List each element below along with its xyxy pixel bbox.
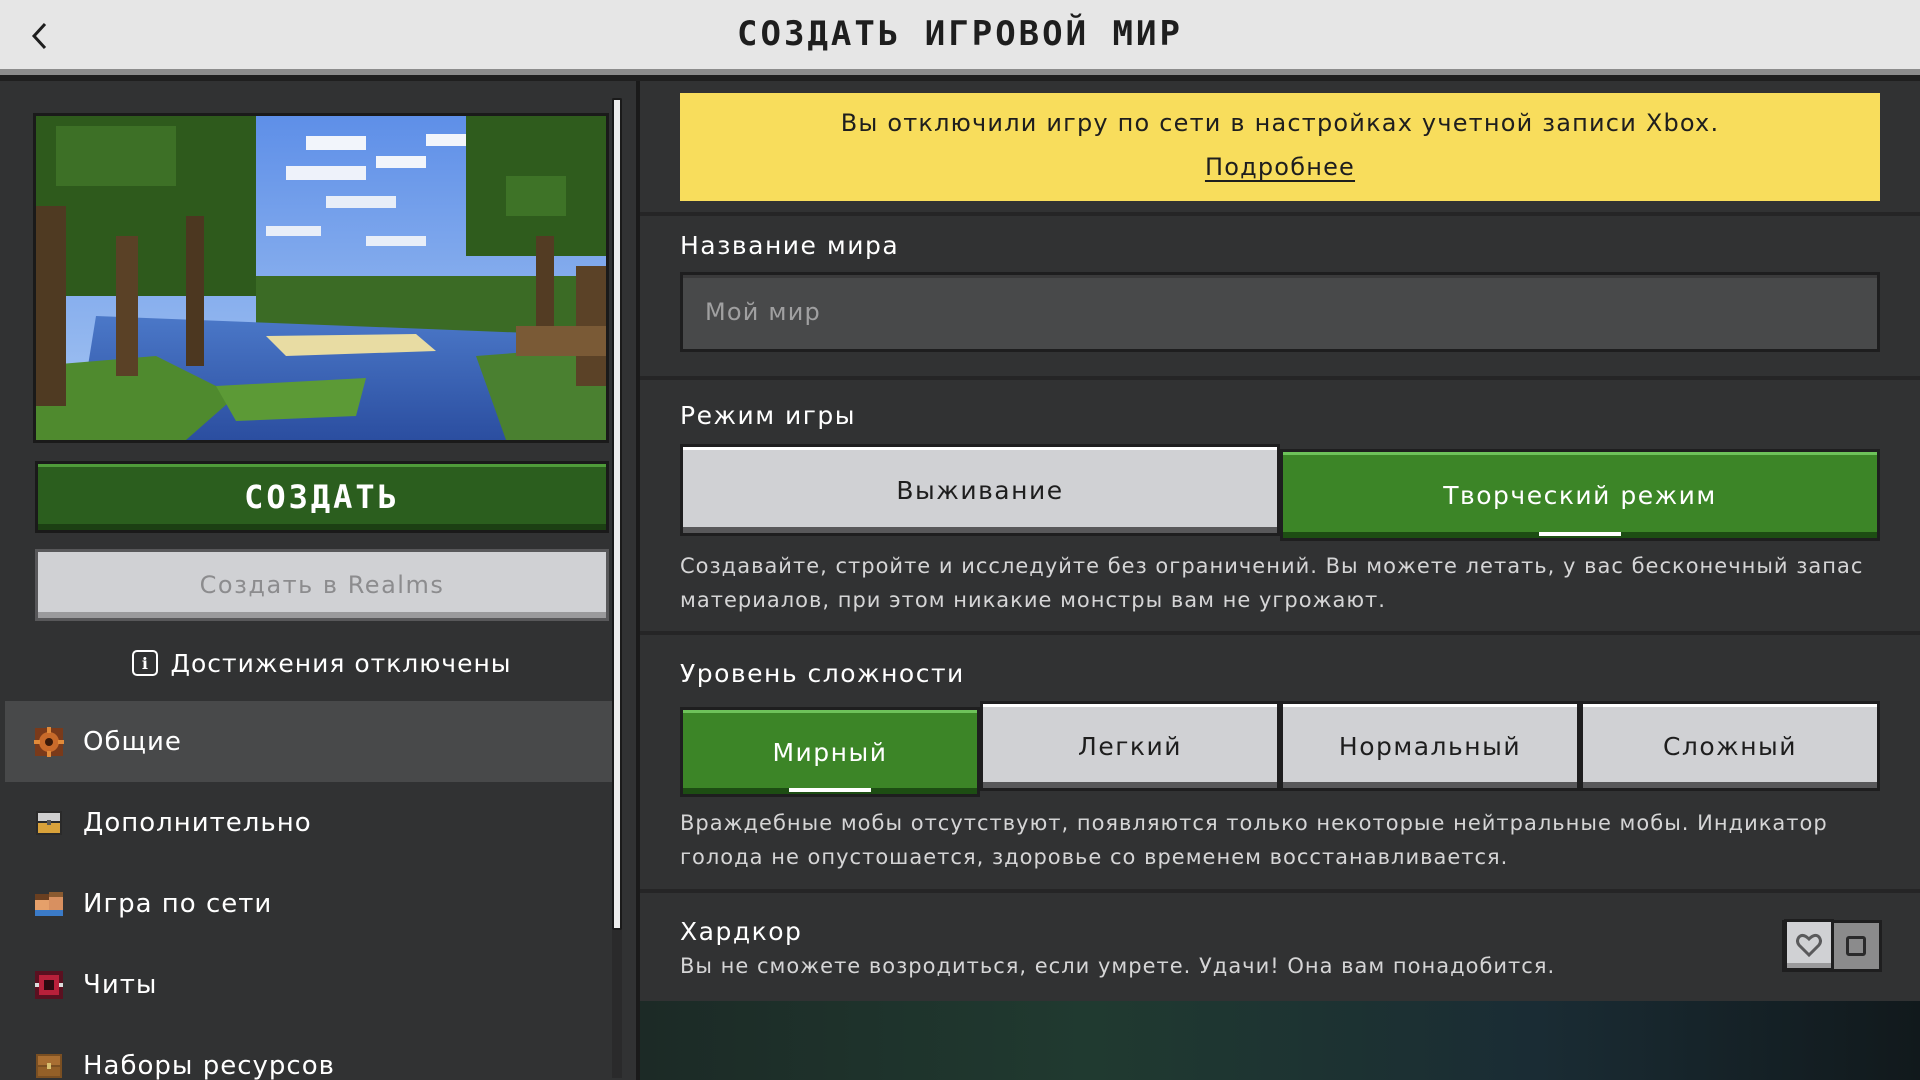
difficulty-description: Враждебные мобы отсутствуют, появляются …	[680, 811, 1828, 869]
create-in-realms-button[interactable]: Создать в Realms	[35, 549, 609, 621]
world-name-input[interactable]	[680, 272, 1880, 352]
toggle-off-icon	[1846, 936, 1866, 956]
achievements-notice: i Достижения отключены	[35, 643, 609, 683]
nav-label: Общие	[83, 726, 182, 757]
section-divider	[640, 631, 1920, 635]
difficulty-option-label: Сложный	[1662, 731, 1798, 761]
cheats-icon	[35, 970, 63, 999]
difficulty-peaceful-button[interactable]: Мирный	[680, 707, 980, 797]
selected-indicator	[1539, 532, 1621, 536]
nav-item-multiplayer[interactable]: Игра по сети	[5, 863, 615, 944]
nav-label: Дополнительно	[83, 807, 312, 838]
world-preview-image	[33, 113, 609, 443]
hardcore-toggle[interactable]	[1782, 919, 1882, 972]
section-divider	[640, 889, 1920, 893]
resource-pack-icon	[36, 1053, 62, 1078]
banner-text: Вы отключили игру по сети в настройках у…	[840, 109, 1720, 137]
page-title: СОЗДАТЬ ИГРОВОЙ МИР	[737, 14, 1183, 54]
world-name-label: Название мира	[680, 231, 900, 260]
gear-icon	[34, 726, 64, 757]
difficulty-label: Уровень сложности	[680, 659, 965, 688]
difficulty-option-label: Мирный	[772, 737, 888, 767]
background-scenery	[640, 1001, 1920, 1080]
xbox-warning-banner: Вы отключили игру по сети в настройках у…	[680, 93, 1880, 201]
info-icon: i	[132, 650, 159, 676]
survival-mode-button[interactable]: Выживание	[680, 444, 1280, 536]
top-bar: СОЗДАТЬ ИГРОВОЙ МИР	[0, 0, 1920, 75]
left-panel: СОЗДАТЬ Создать в Realms i Достижения от…	[0, 81, 638, 1080]
nav-item-general[interactable]: Общие	[5, 701, 615, 782]
difficulty-hard-button[interactable]: Сложный	[1580, 701, 1880, 791]
difficulty-option-label: Легкий	[1078, 731, 1182, 761]
achievements-text: Достижения отключены	[170, 648, 512, 678]
create-button[interactable]: СОЗДАТЬ	[35, 461, 609, 533]
settings-nav: Общие Дополнительно Игра по сети Читы На…	[5, 701, 615, 1080]
nav-label: Наборы ресурсов	[83, 1050, 335, 1080]
mode-label: Творческий режим	[1443, 480, 1717, 510]
scrollbar-thumb[interactable]	[612, 98, 622, 930]
nav-item-cheats[interactable]: Читы	[5, 944, 615, 1025]
hardcore-label: Хардкор	[680, 917, 803, 946]
section-divider	[640, 212, 1920, 216]
selected-indicator	[789, 788, 871, 792]
nav-item-advanced[interactable]: Дополнительно	[5, 782, 615, 863]
learn-more-link[interactable]: Подробнее	[680, 153, 1880, 181]
nav-label: Игра по сети	[83, 888, 273, 919]
settings-panel: Вы отключили игру по сети в настройках у…	[640, 81, 1920, 1080]
difficulty-option-label: Нормальный	[1338, 731, 1522, 761]
game-mode-label: Режим игры	[680, 401, 857, 430]
nav-item-resource-packs[interactable]: Наборы ресурсов	[5, 1025, 615, 1080]
heart-icon	[1796, 933, 1822, 957]
game-mode-description: Создавайте, стройте и исследуйте без огр…	[680, 554, 1864, 612]
toggle-knob	[1784, 919, 1834, 971]
mode-label: Выживание	[896, 475, 1064, 505]
creative-mode-button[interactable]: Творческий режим	[1280, 449, 1880, 541]
nav-label: Читы	[83, 969, 158, 1000]
difficulty-normal-button[interactable]: Нормальный	[1280, 701, 1580, 791]
hardcore-description: Вы не сможете возродиться, если умрете. …	[680, 954, 1556, 978]
chest-icon	[36, 810, 62, 835]
difficulty-easy-button[interactable]: Легкий	[980, 701, 1280, 791]
players-icon	[35, 891, 63, 916]
section-divider	[640, 376, 1920, 380]
